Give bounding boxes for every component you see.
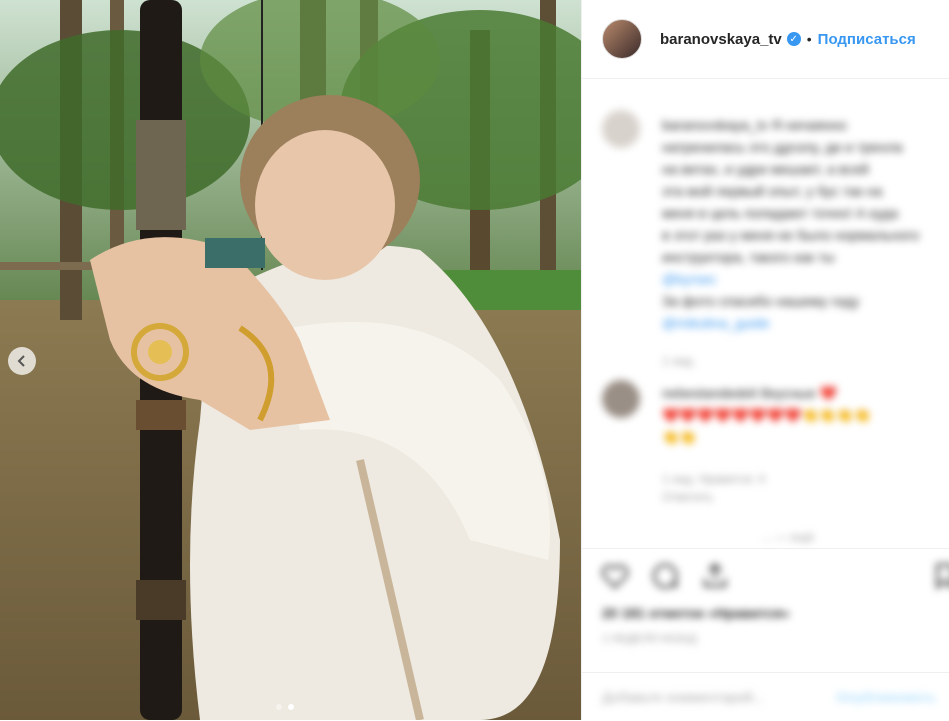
comment-text: nebestandedeli Вкусные ❤️ ❤️❤️❤️❤️❤️❤️❤️… — [662, 382, 932, 448]
caption-text: baranovskaya_tv Я нечаянно натренилась э… — [662, 114, 932, 334]
post-time: 1 НЕДЕЛЯ НАЗАД — [602, 633, 697, 645]
verified-icon: ✓ — [786, 32, 801, 46]
post-side-panel: baranovskaya_tv ✓ • Подписаться baranovs… — [581, 0, 949, 720]
comment-meta: 1 нед. Нравится: 4 — [662, 472, 766, 486]
photo-illustration — [0, 0, 581, 720]
heart-icon[interactable] — [600, 561, 630, 591]
caption-avatar[interactable] — [602, 110, 640, 148]
caption-line: эта мой первый опыт, у бус так на — [662, 183, 883, 199]
follow-button[interactable]: Подписаться — [818, 31, 916, 48]
header-separator: • — [806, 31, 812, 47]
chevron-left-icon — [17, 355, 25, 367]
share-icon[interactable] — [700, 561, 730, 591]
caption-line: в этот раз у меня не было нормального — [662, 227, 920, 243]
comment-line: ❤️❤️❤️❤️❤️❤️❤️❤️👏👏👏👏 — [662, 407, 872, 423]
comment-icon[interactable] — [650, 561, 680, 591]
caption-line: baranovskaya_tv Я нечаянно — [662, 117, 847, 133]
publish-button[interactable]: Опубликовать — [836, 689, 936, 705]
author-username[interactable]: baranovskaya_tv — [660, 31, 782, 48]
caption-line: меня в цель попадают точно! А куда — [662, 205, 898, 221]
comment-line: nebestandedeli Вкусные ❤️ — [662, 385, 838, 401]
action-icons — [600, 561, 730, 591]
caption-line: За фото спасибо нашему гиду — [662, 293, 860, 309]
bookmark-icon[interactable] — [930, 561, 949, 591]
caption-line: на ветах, и удри мешает, а всей — [662, 161, 869, 177]
likes-count[interactable]: 20 181 отметок «Нравится» — [602, 605, 790, 621]
post-header: baranovskaya_tv ✓ • Подписаться — [582, 0, 949, 79]
caption-line: инструктора, такого как ты — [662, 249, 835, 265]
post-actions: 20 181 отметок «Нравится» 1 НЕДЕЛЯ НАЗАД… — [582, 548, 949, 721]
comment-input[interactable]: Добавьте комментарий... — [602, 689, 764, 705]
comment-avatar[interactable] — [602, 380, 640, 418]
caption-time: 1 нед. — [662, 354, 696, 368]
carousel-prev-button[interactable] — [8, 347, 36, 375]
comment-line: 👏👏 — [662, 429, 697, 445]
add-comment-bar: Добавьте комментарий... Опубликовать — [582, 672, 949, 721]
author-avatar[interactable] — [602, 19, 642, 59]
caption-line: натренилась этo ддчзлу, ди и тренла — [662, 139, 903, 155]
caption-mention[interactable]: @mikolina_guide — [662, 312, 932, 334]
comment-reply-button[interactable]: Ответить — [662, 490, 713, 504]
carousel-indicator — [276, 704, 294, 710]
carousel-dot — [276, 704, 282, 710]
post-photo[interactable] — [0, 0, 581, 720]
more-replies[interactable]: ... — ещё — [762, 530, 814, 544]
carousel-dot-active — [288, 704, 294, 710]
caption-mention[interactable]: @kyrsec — [662, 268, 932, 290]
